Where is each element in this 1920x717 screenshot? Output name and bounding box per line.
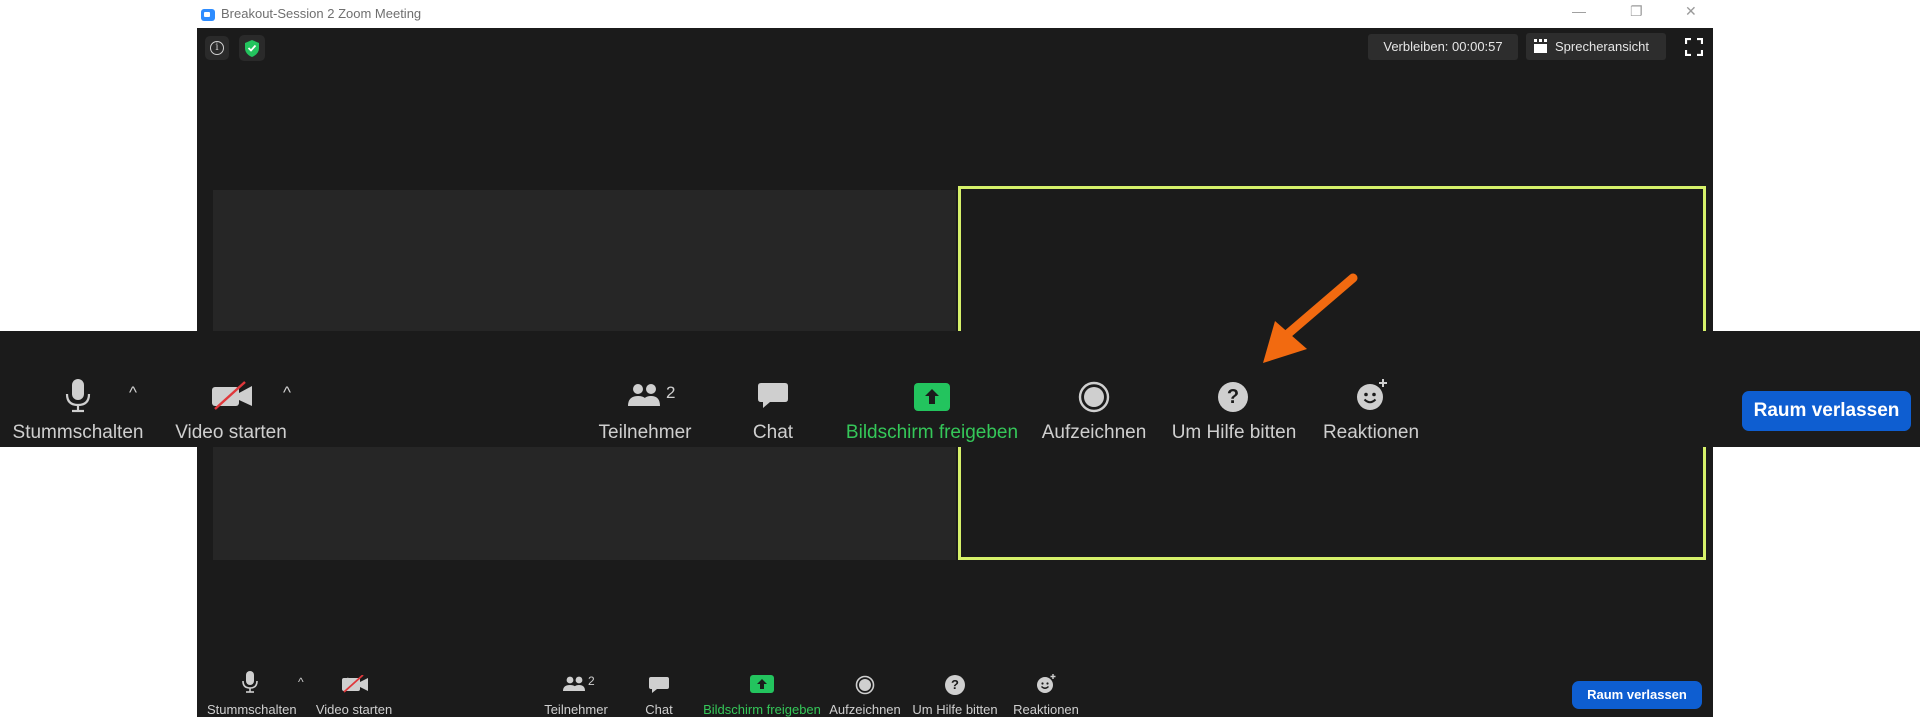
record-button[interactable]: Aufzeichnen bbox=[1040, 331, 1148, 447]
participants-button-small[interactable]: 2 Teilnehmer bbox=[542, 660, 610, 717]
participants-label: Teilnehmer bbox=[544, 702, 608, 717]
video-button[interactable]: Video starten bbox=[170, 331, 292, 447]
fullscreen-icon[interactable] bbox=[1685, 38, 1703, 56]
reactions-button-small[interactable]: Reaktionen bbox=[1010, 660, 1082, 717]
mute-label: Stummschalten bbox=[12, 422, 144, 443]
video-options-caret[interactable]: ^ bbox=[345, 675, 351, 689]
shield-icon bbox=[245, 40, 259, 57]
share-screen-label: Bildschirm freigeben bbox=[703, 702, 821, 717]
share-screen-icon bbox=[914, 383, 950, 411]
audio-options-caret[interactable]: ^ bbox=[298, 675, 304, 689]
grid-view-icon bbox=[1534, 39, 1547, 53]
minimize-button[interactable]: — bbox=[1572, 3, 1586, 19]
participants-count: 2 bbox=[588, 674, 595, 688]
remaining-time-text: Verbleiben: 00:00:57 bbox=[1383, 39, 1503, 54]
microphone-icon bbox=[65, 379, 91, 413]
close-button[interactable]: ✕ bbox=[1685, 3, 1697, 20]
reactions-label: Reaktionen bbox=[1013, 702, 1079, 717]
record-icon bbox=[1078, 381, 1110, 413]
zoom-app-icon bbox=[201, 9, 215, 21]
help-label: Um Hilfe bitten bbox=[912, 702, 998, 717]
reactions-icon bbox=[1037, 674, 1056, 693]
title-bar: Breakout-Session 2 Zoom Meeting — ❐ ✕ bbox=[197, 0, 1713, 28]
remaining-time-badge: Verbleiben: 00:00:57 bbox=[1368, 34, 1518, 60]
reactions-label: Reaktionen bbox=[1322, 422, 1420, 443]
share-screen-button-small[interactable]: Bildschirm freigeben bbox=[703, 660, 821, 717]
annotation-arrow-icon bbox=[1263, 273, 1358, 363]
info-icon: i bbox=[210, 41, 224, 55]
chat-icon bbox=[649, 677, 669, 693]
meeting-info-button[interactable]: i bbox=[205, 36, 229, 60]
speaker-view-label: Sprecheransicht bbox=[1555, 39, 1649, 54]
participants-icon bbox=[563, 676, 585, 691]
leave-room-button[interactable]: Raum verlassen bbox=[1742, 391, 1911, 431]
ask-for-help-button-small[interactable]: ? Um Hilfe bitten bbox=[911, 660, 999, 717]
record-label: Aufzeichnen bbox=[829, 702, 901, 717]
chat-label: Chat bbox=[645, 702, 673, 717]
share-screen-icon bbox=[750, 675, 774, 693]
mute-button[interactable]: Stummschalten bbox=[10, 331, 146, 447]
record-icon bbox=[855, 675, 875, 695]
record-label: Aufzeichnen bbox=[1041, 422, 1147, 443]
chat-label: Chat bbox=[752, 422, 794, 443]
record-button-small[interactable]: Aufzeichnen bbox=[829, 660, 901, 717]
participants-button[interactable]: 2 Teilnehmer bbox=[596, 331, 694, 447]
encryption-shield-button[interactable] bbox=[239, 35, 265, 61]
mute-label: Stummschalten bbox=[207, 702, 297, 717]
participants-label: Teilnehmer bbox=[598, 422, 692, 443]
help-label: Um Hilfe bitten bbox=[1171, 422, 1297, 443]
chat-button-small[interactable]: Chat bbox=[629, 660, 689, 717]
leave-room-button-small[interactable]: Raum verlassen bbox=[1572, 681, 1702, 709]
mute-button-small[interactable]: Stummschalten bbox=[207, 660, 297, 717]
video-label: Video starten bbox=[175, 422, 287, 443]
audio-options-caret[interactable]: ^ bbox=[129, 383, 137, 403]
participants-icon bbox=[628, 384, 660, 406]
chat-icon bbox=[758, 383, 788, 408]
window-title: Breakout-Session 2 Zoom Meeting bbox=[221, 6, 422, 21]
restore-button[interactable]: ❐ bbox=[1630, 3, 1643, 20]
chat-button[interactable]: Chat bbox=[740, 331, 806, 447]
video-button-small[interactable]: Video starten bbox=[310, 660, 398, 717]
share-screen-button[interactable]: Bildschirm freigeben bbox=[842, 331, 1022, 447]
participants-count: 2 bbox=[666, 383, 676, 402]
speaker-view-button[interactable]: Sprecheransicht bbox=[1526, 33, 1666, 60]
video-off-icon bbox=[212, 381, 252, 410]
share-screen-label: Bildschirm freigeben bbox=[845, 422, 1019, 443]
meeting-toolbar-small: Stummschalten ^ Video starten ^ 2 Teilne… bbox=[197, 660, 1713, 717]
video-label: Video starten bbox=[315, 702, 393, 717]
reactions-icon bbox=[1357, 379, 1387, 410]
microphone-icon bbox=[242, 671, 258, 693]
meeting-toolbar-zoomed: Stummschalten ^ Video starten ^ 2 Teilne… bbox=[0, 331, 1920, 447]
help-icon: ? bbox=[1218, 382, 1248, 412]
help-icon: ? bbox=[945, 675, 965, 695]
video-options-caret[interactable]: ^ bbox=[283, 383, 291, 403]
